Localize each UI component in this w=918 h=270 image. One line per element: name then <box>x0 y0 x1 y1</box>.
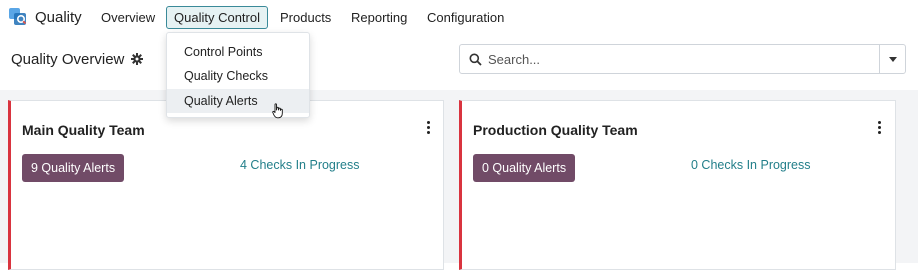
quality-app-icon[interactable] <box>9 8 27 26</box>
menu-products[interactable]: Products <box>280 10 331 25</box>
hand-cursor-icon <box>272 103 283 119</box>
gear-icon[interactable] <box>131 53 143 65</box>
kanban-view: Main Quality Team 9 Quality Alerts 4 Che… <box>0 90 918 270</box>
kebab-menu-icon[interactable] <box>878 121 882 134</box>
kebab-menu-icon[interactable] <box>427 121 431 134</box>
caret-down-icon <box>889 57 897 62</box>
dropdown-item-quality-checks[interactable]: Quality Checks <box>167 64 309 88</box>
menu-reporting[interactable]: Reporting <box>351 10 407 25</box>
search-input[interactable] <box>488 50 868 68</box>
search-options-toggle[interactable] <box>879 44 906 74</box>
team-name[interactable]: Production Quality Team <box>473 122 638 138</box>
checks-in-progress-link[interactable]: 4 Checks In Progress <box>240 158 360 172</box>
quality-alerts-button[interactable]: 9 Quality Alerts <box>22 154 125 182</box>
top-navbar: Quality Overview Quality Control Product… <box>0 0 918 34</box>
team-card-production[interactable]: Production Quality Team 0 Quality Alerts… <box>459 100 896 270</box>
app-name[interactable]: Quality <box>35 9 82 26</box>
quality-alerts-button[interactable]: 0 Quality Alerts <box>473 154 576 182</box>
search-box[interactable] <box>459 44 880 74</box>
page-title: Quality Overview <box>11 51 125 68</box>
checks-in-progress-link[interactable]: 0 Checks In Progress <box>691 158 811 172</box>
menu-overview[interactable]: Overview <box>101 10 155 25</box>
quality-control-dropdown: Control Points Quality Checks Quality Al… <box>166 32 310 118</box>
control-panel: Quality Overview <box>0 34 918 90</box>
dropdown-item-quality-alerts[interactable]: Quality Alerts <box>167 89 309 113</box>
team-name[interactable]: Main Quality Team <box>22 122 145 138</box>
menu-configuration[interactable]: Configuration <box>427 10 504 25</box>
menu-quality-control[interactable]: Quality Control <box>166 6 268 29</box>
search-icon <box>469 53 482 66</box>
dropdown-item-control-points[interactable]: Control Points <box>167 40 309 64</box>
team-card-main[interactable]: Main Quality Team 9 Quality Alerts 4 Che… <box>8 100 444 270</box>
